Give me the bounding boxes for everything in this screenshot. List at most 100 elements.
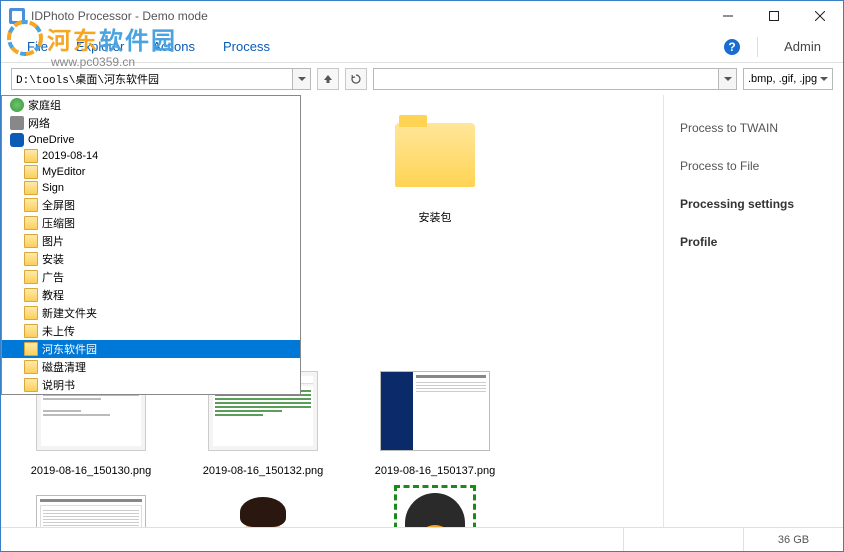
folder-icon [24,270,38,284]
minimize-button[interactable] [705,1,751,31]
dropdown-item[interactable]: OneDrive [2,132,300,148]
chevron-down-icon [724,77,732,81]
name-filter-dropdown[interactable] [718,69,736,89]
dropdown-item[interactable]: 网络 [2,114,300,132]
folder-icon [24,216,38,230]
folder-icon [395,123,475,187]
dropdown-item-label: 压缩图 [42,215,75,231]
folder-icon [24,165,38,179]
folder-icon [24,360,38,374]
dropdown-item[interactable]: 说明书 [2,376,300,394]
side-profile[interactable]: Profile [676,223,831,261]
dropdown-item-label: 全屏图 [42,197,75,213]
toolbar: .bmp, .gif, .jpg [1,63,843,95]
folder-icon [24,306,38,320]
app-icon [9,8,25,24]
dropdown-item[interactable]: MyEditor [2,164,300,180]
dropdown-item[interactable]: 家庭组 [2,96,300,114]
side-processing-settings[interactable]: Processing settings [676,185,831,223]
dropdown-item-label: 河东软件园 [42,341,97,357]
dropdown-item[interactable]: 未上传 [2,322,300,340]
extension-filter-value: .bmp, .gif, .jpg [748,73,817,85]
dropdown-item[interactable]: 全屏图 [2,196,300,214]
status-empty-cell [623,528,743,551]
dropdown-item-label: 磁盘清理 [42,359,86,375]
dropdown-item-label: 2019-08-14 [42,150,98,162]
side-process-file[interactable]: Process to File [676,147,831,185]
chevron-down-icon [820,77,828,81]
file-item[interactable]: 2019-08-16_150137.png [355,361,515,477]
dropdown-item[interactable]: 磁盘清理 [2,358,300,376]
folder-icon [24,149,38,163]
statusbar: 36 GB [1,527,843,551]
window-controls [705,1,843,31]
home-icon [10,98,24,112]
folder-icon [24,378,38,392]
maximize-button[interactable] [751,1,797,31]
dropdown-item-label: OneDrive [28,134,74,146]
folder-icon [24,342,38,356]
dropdown-item[interactable]: 安装 [2,250,300,268]
file-item[interactable]: IDPhotoProcessor.png [355,485,515,527]
menu-admin[interactable]: Admin [774,39,831,54]
menubar: File Explorer Actions Process ? Admin [1,31,843,63]
menu-explorer[interactable]: Explorer [62,35,138,58]
dropdown-item[interactable]: 压缩图 [2,214,300,232]
extension-filter-combo[interactable]: .bmp, .gif, .jpg [743,68,833,90]
chevron-down-icon [298,77,306,81]
refresh-button[interactable] [345,68,367,90]
dropdown-item-label: 新建文件夹 [42,305,97,321]
path-dropdown-button[interactable] [292,69,310,89]
dropdown-item[interactable]: 教程 [2,286,300,304]
path-input[interactable] [12,73,292,85]
menu-process[interactable]: Process [209,35,284,58]
dropdown-item-label: 网络 [28,115,50,131]
folder-icon [24,234,38,248]
up-button[interactable] [317,68,339,90]
status-disk-space: 36 GB [743,528,843,551]
dropdown-item-label: Sign [42,182,64,194]
image-thumbnail [380,371,490,451]
dropdown-item-label: 教程 [42,287,64,303]
menu-file[interactable]: File [13,35,62,58]
dropdown-item-label: 说明书 [42,377,75,393]
cloud-icon [10,133,24,147]
dropdown-item[interactable]: 河东软件园 [2,340,300,358]
file-label: 安装包 [419,209,452,225]
side-process-twain[interactable]: Process to TWAIN [676,109,831,147]
help-icon[interactable]: ? [723,38,741,56]
dropdown-item[interactable]: 2019-08-14 [2,148,300,164]
file-label: 2019-08-16_150132.png [203,465,324,477]
svg-text:?: ? [728,40,735,54]
dropdown-item-label: 广告 [42,269,64,285]
dropdown-item-label: 图片 [42,233,64,249]
folder-icon [24,252,38,266]
dropdown-item-label: 家庭组 [28,97,61,113]
image-thumbnail [394,485,476,527]
dropdown-item[interactable]: Sign [2,180,300,196]
dropdown-item[interactable]: 图片 [2,232,300,250]
file-label: 2019-08-16_150130.png [31,465,152,477]
file-item[interactable]: 2019-08-16_150355.png [183,485,343,527]
image-thumbnail [222,485,304,527]
dropdown-item[interactable]: 广告 [2,268,300,286]
close-button[interactable] [797,1,843,31]
menu-actions[interactable]: Actions [138,35,209,58]
file-pane[interactable]: 安装包 新建文件夹 2019-08-16_150130.png 2019-08-… [1,95,663,527]
window-title: IDPhoto Processor - Demo mode [31,9,705,23]
dropdown-item-label: 安装 [42,251,64,267]
dropdown-item-label: MyEditor [42,166,85,178]
file-item[interactable]: 安装包 [355,105,515,225]
folder-icon [24,181,38,195]
path-dropdown-list[interactable]: 家庭组网络 OneDrive 2019-08-14 MyEditor Sign 全屏图压缩… [1,95,301,395]
dropdown-item[interactable]: 新建文件夹 [2,304,300,322]
menu-separator [757,37,758,57]
image-thumbnail [36,495,146,527]
folder-icon [24,198,38,212]
net-icon [10,116,24,130]
file-item[interactable]: 2019-08-16_150259.png [11,485,171,527]
folder-icon [24,288,38,302]
path-combobox[interactable] [11,68,311,90]
dropdown-item-label: 未上传 [42,323,75,339]
name-filter-input[interactable] [373,68,737,90]
